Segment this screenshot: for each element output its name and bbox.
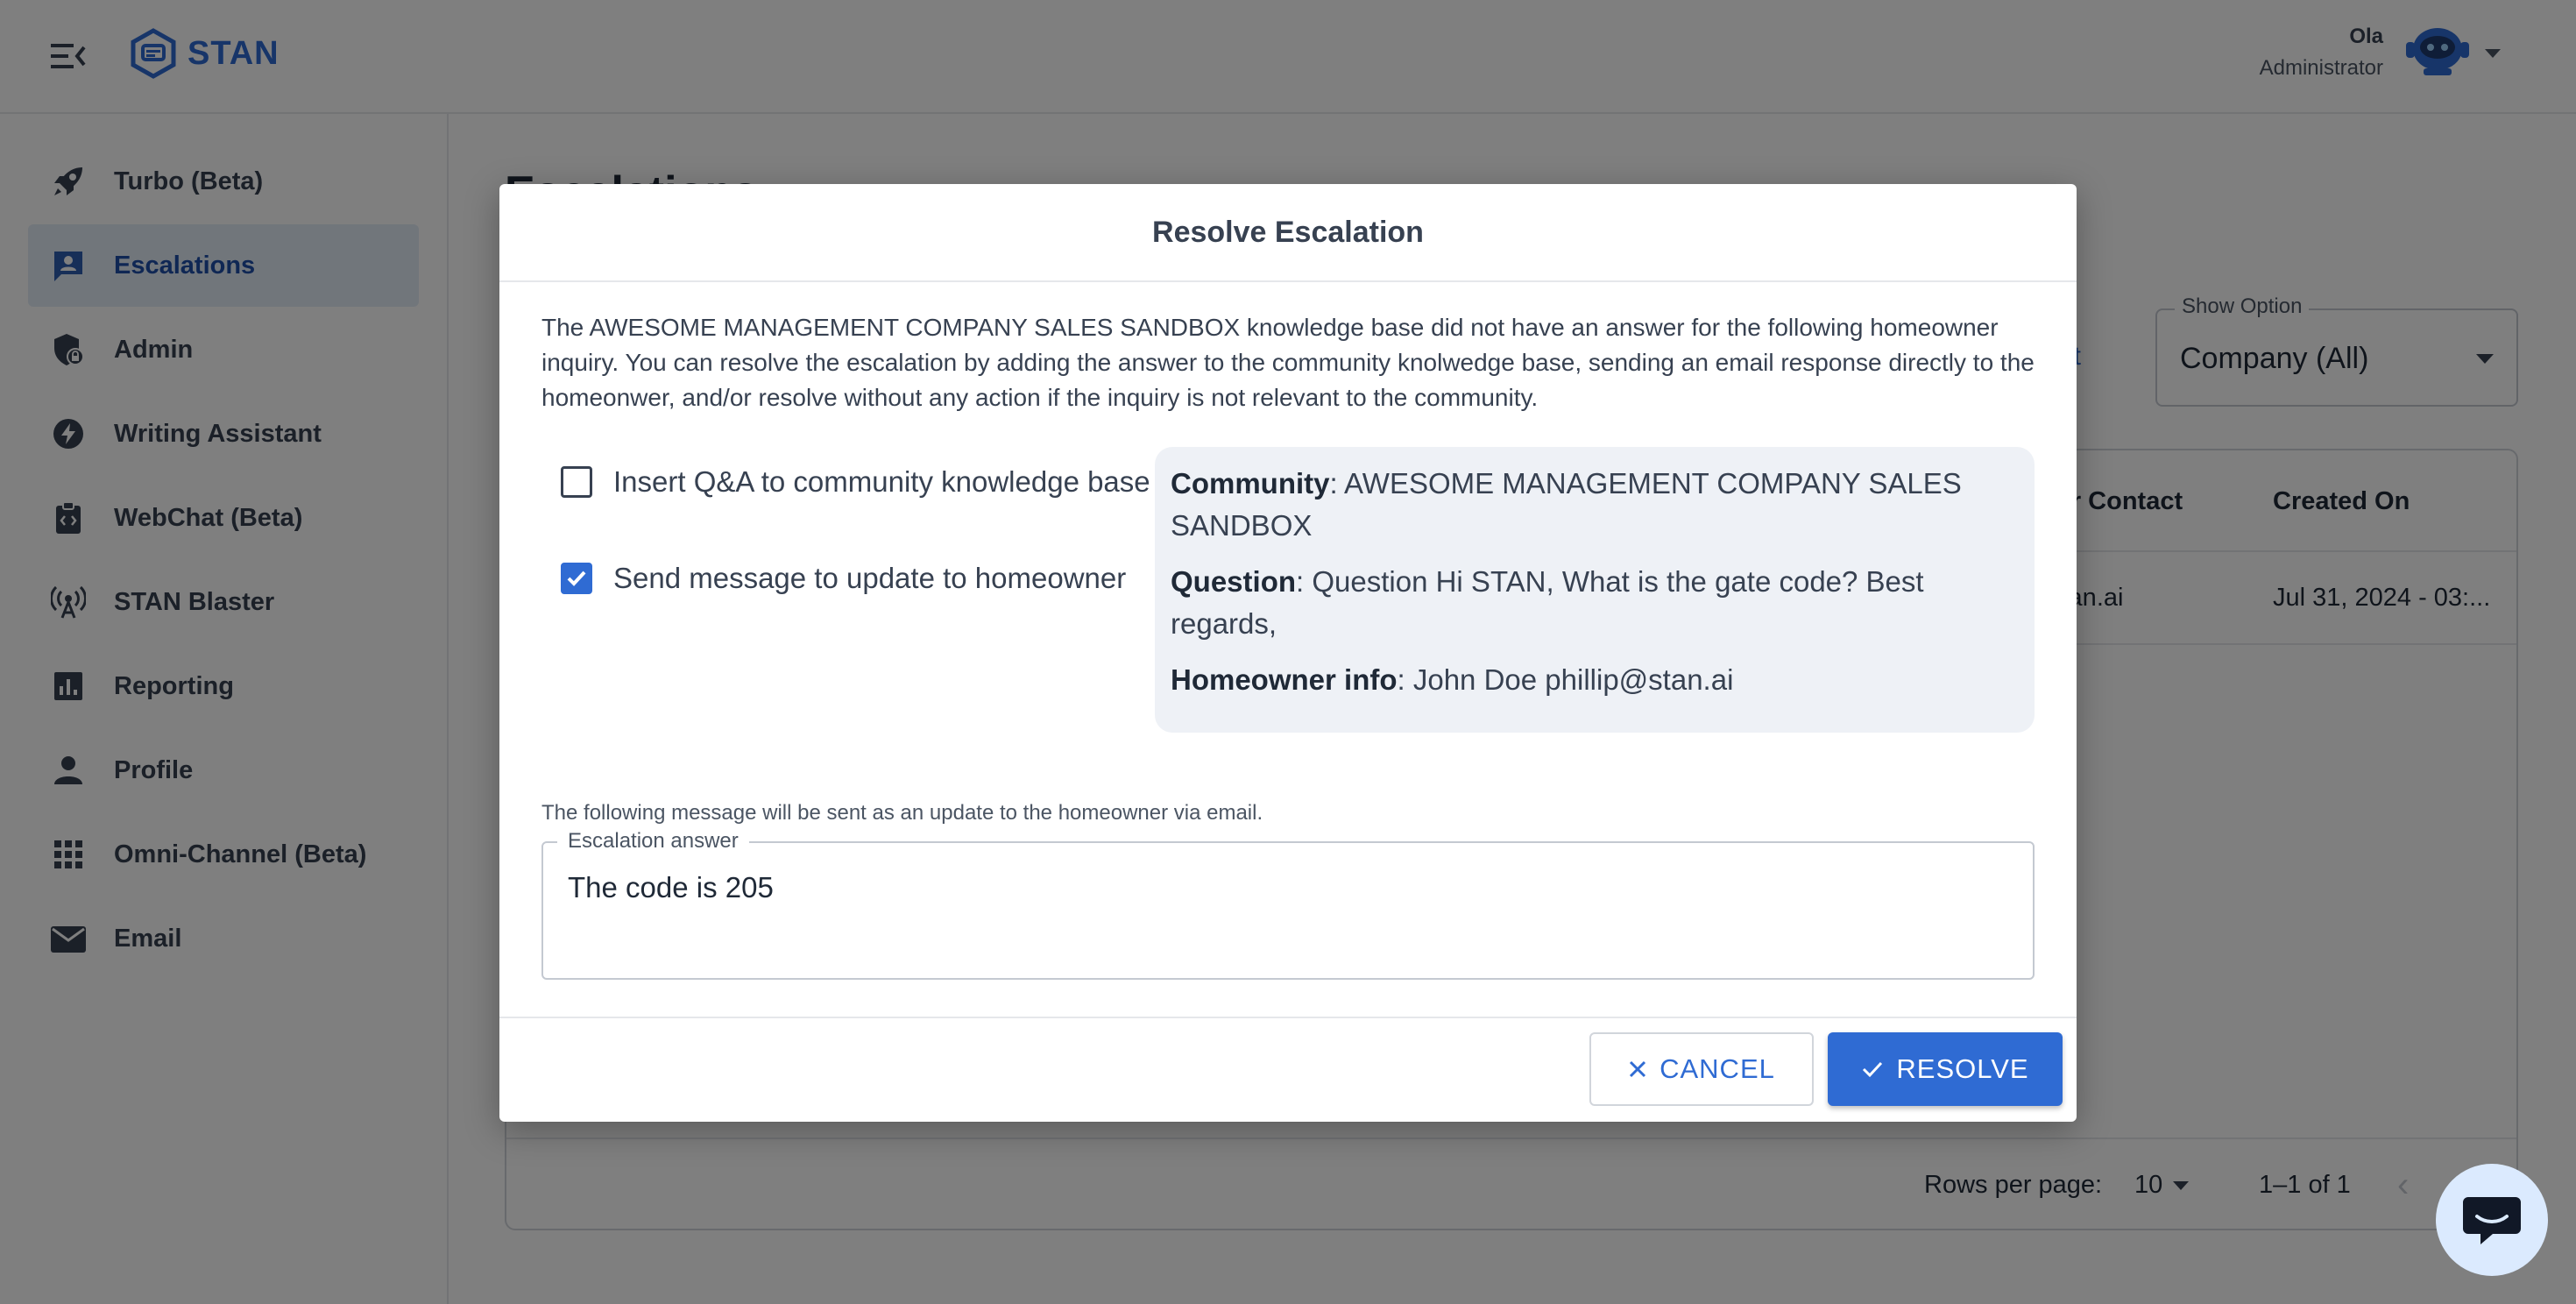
info-question-key: Question — [1171, 565, 1297, 598]
info-homeowner: Homeowner info: John Doe phillip@stan.ai — [1171, 659, 2019, 701]
cancel-button-label: CANCEL — [1660, 1053, 1775, 1084]
dialog-intro-text: The AWESOME MANAGEMENT COMPANY SALES SAN… — [541, 314, 2035, 411]
resolve-button-label: RESOLVE — [1896, 1053, 2029, 1084]
escalation-answer-field[interactable]: Escalation answer The code is 205 — [541, 829, 2035, 980]
option-insert-qa[interactable]: Insert Q&A to community knowledge base — [561, 461, 1157, 503]
chat-icon — [2463, 1197, 2521, 1244]
cancel-button[interactable]: CANCEL — [1589, 1032, 1814, 1106]
dialog-footer-divider — [499, 1017, 2077, 1018]
info-homeowner-key: Homeowner info — [1171, 663, 1398, 696]
option-send-message[interactable]: Send message to update to homeowner — [561, 557, 1157, 599]
insert-qa-label[interactable]: Insert Q&A to community knowledge base — [613, 461, 1157, 503]
resolve-button[interactable]: RESOLVE — [1828, 1032, 2063, 1106]
dialog-title: Resolve Escalation — [499, 184, 2077, 282]
checkmark-icon — [567, 570, 586, 586]
chat-launcher-button[interactable] — [2436, 1164, 2548, 1276]
escalation-answer-value[interactable]: The code is 205 — [568, 871, 774, 904]
info-question: Question: Question Hi STAN, What is the … — [1171, 561, 2019, 645]
close-icon — [1628, 1060, 1647, 1079]
info-community: Community: AWESOME MANAGEMENT COMPANY SA… — [1171, 463, 2019, 547]
info-homeowner-value: : John Doe phillip@stan.ai — [1397, 663, 1734, 696]
check-icon — [1861, 1060, 1884, 1079]
escalation-answer-label: Escalation answer — [557, 829, 749, 854]
info-community-key: Community — [1171, 467, 1330, 500]
send-message-checkbox[interactable] — [561, 563, 592, 594]
resolve-escalation-dialog: Resolve Escalation The AWESOME MANAGEMEN… — [499, 184, 2077, 1122]
insert-qa-checkbox[interactable] — [561, 466, 592, 498]
send-message-label[interactable]: Send message to update to homeowner — [613, 557, 1157, 599]
inquiry-info-panel: Community: AWESOME MANAGEMENT COMPANY SA… — [1155, 447, 2035, 733]
email-help-text: The following message will be sent as an… — [541, 801, 1263, 825]
